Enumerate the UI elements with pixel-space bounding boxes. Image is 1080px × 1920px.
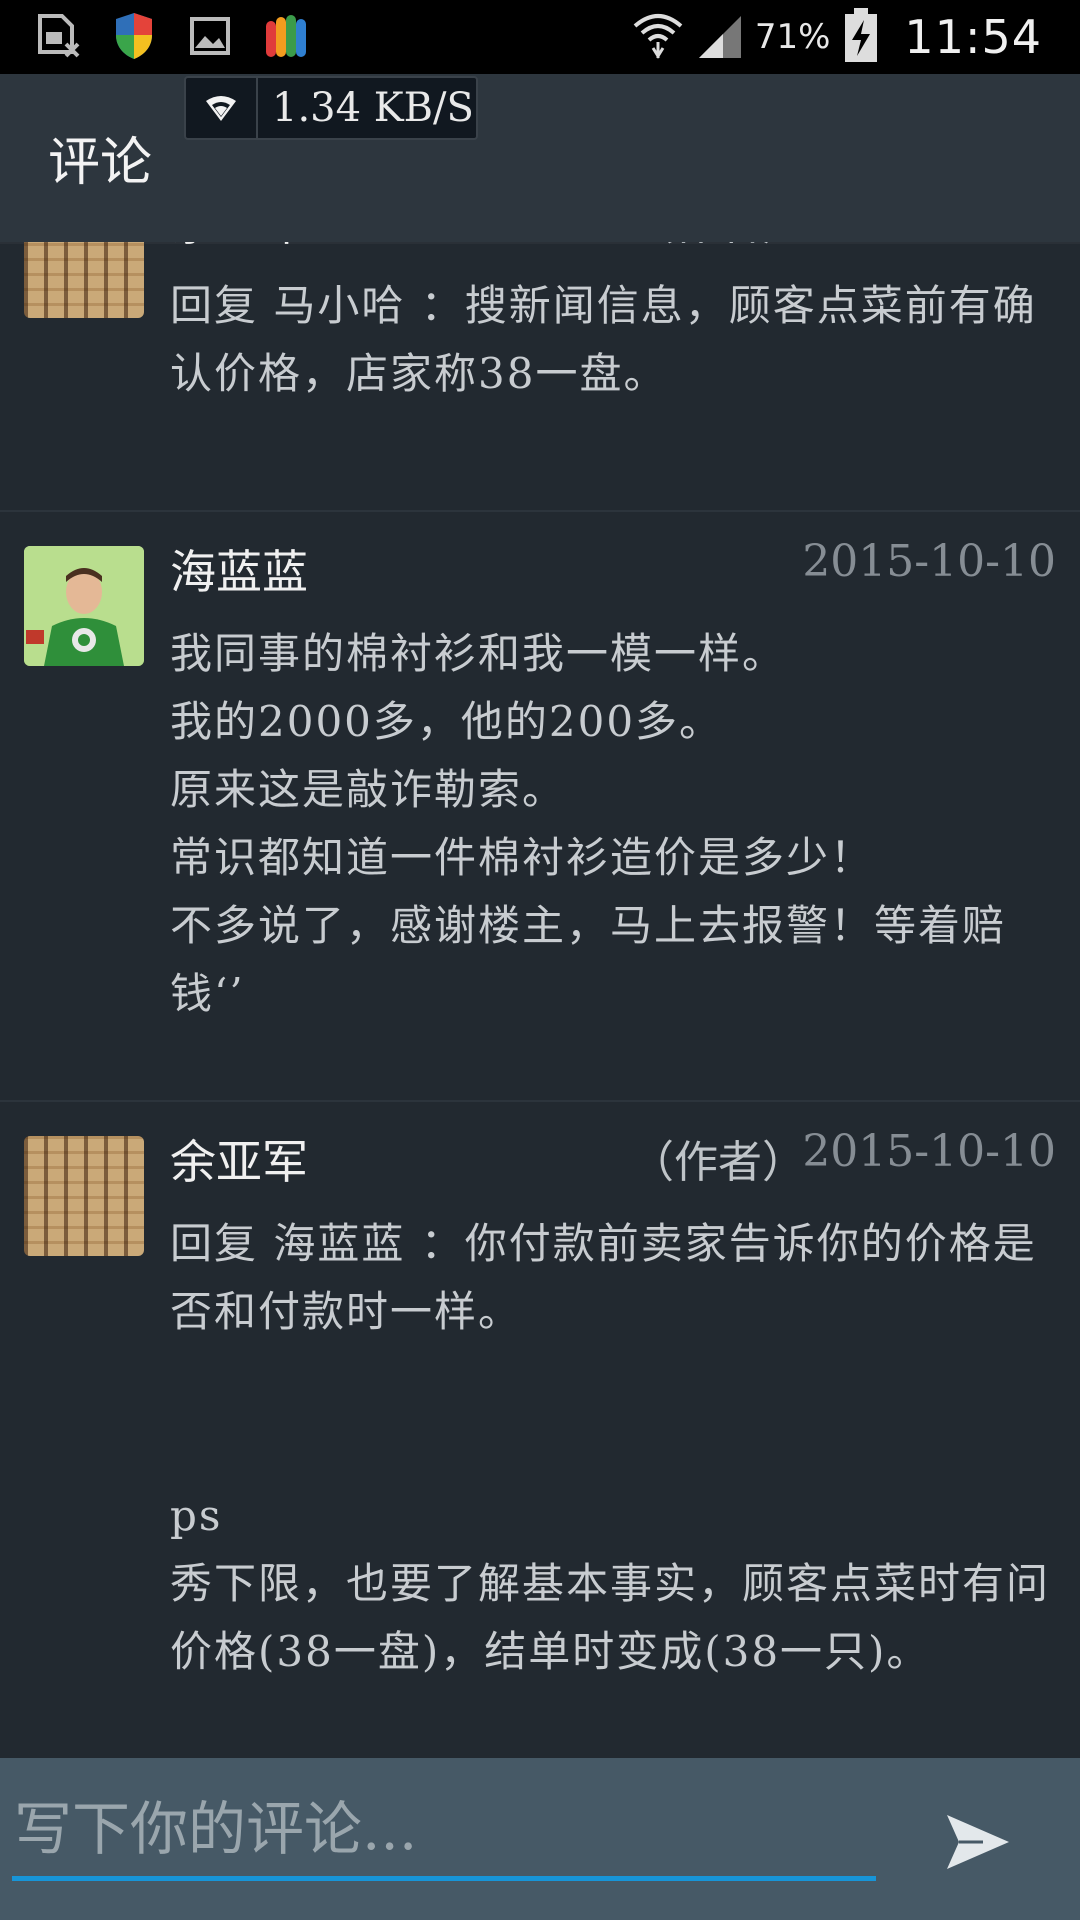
- header: 评论: [0, 74, 1080, 244]
- app-colorful-icon: [262, 10, 310, 62]
- signal-icon: [697, 10, 743, 64]
- avatar[interactable]: [24, 546, 144, 666]
- gallery-icon: [186, 10, 234, 62]
- list-item[interactable]: 海蓝蓝 2015-10-10 我同事的棉衬衫和我一模一样。 我的2000多，他的…: [0, 510, 1080, 1102]
- comment-text: 回复 海蓝蓝 ：你付款前卖家告诉你的价格是否和付款时一样。 ps 秀下限，也要了…: [170, 1219, 1051, 1676]
- sim-disabled-icon: [34, 10, 82, 62]
- status-bar: 71% 11:54: [0, 0, 1080, 74]
- comment-date: 2015-10-10: [802, 536, 1056, 587]
- send-button[interactable]: [938, 1802, 1018, 1882]
- comment-input[interactable]: [12, 1778, 880, 1880]
- shield-icon: [110, 10, 158, 62]
- author-tag: （作者）: [630, 1137, 806, 1188]
- avatar[interactable]: [24, 242, 144, 318]
- comment-author: 余亚军: [170, 1135, 308, 1189]
- wifi-icon: [186, 78, 258, 138]
- input-underline: [12, 1876, 876, 1881]
- comment-input-bar: [0, 1758, 1080, 1920]
- list-item[interactable]: 余亚军 （作者） 2015-10-10 回复 马小哈 ：搜新闻信息，顾客点菜前有…: [0, 242, 1080, 512]
- comment-date: 2015-10-10: [802, 1126, 1056, 1177]
- network-speed-popup: 1.34 KB/S: [184, 76, 478, 140]
- comment-list[interactable]: 余亚军 （作者） 2015-10-10 回复 马小哈 ：搜新闻信息，顾客点菜前有…: [0, 242, 1080, 1758]
- battery-charging-icon: [842, 6, 880, 68]
- author-tag: （作者）: [630, 242, 806, 252]
- clock: 11:54: [904, 10, 1042, 64]
- comment-author: 余亚军: [170, 242, 308, 254]
- battery-percent: 71%: [754, 17, 831, 57]
- comment-text: 我同事的棉衬衫和我一模一样。 我的2000多，他的200多。 原来这是敲诈勒索。…: [170, 629, 1007, 1018]
- comment-text: 回复 马小哈 ：搜新闻信息，顾客点菜前有确认价格，店家称38一盘。: [170, 281, 1037, 398]
- avatar[interactable]: [24, 1136, 144, 1256]
- comment-author: 海蓝蓝: [170, 545, 308, 599]
- send-icon: [947, 1815, 1009, 1869]
- wifi-icon: [631, 8, 685, 66]
- list-item[interactable]: 余亚军 （作者） 2015-10-10 回复 海蓝蓝 ：你付款前卖家告诉你的价格…: [0, 1100, 1080, 1758]
- page-title: 评论: [48, 133, 153, 193]
- network-speed: 1.34 KB/S: [272, 85, 474, 131]
